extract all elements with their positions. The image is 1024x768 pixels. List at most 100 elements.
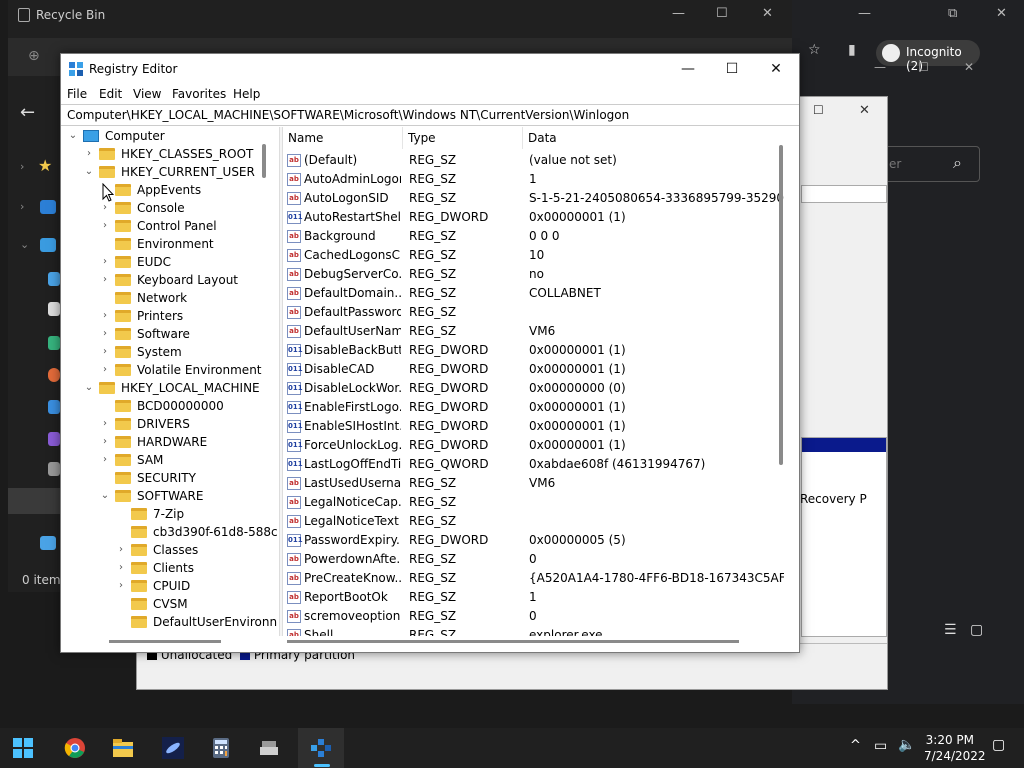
value-row[interactable]: 011 EnableSIHostInt... REG_DWORD 0x00000001…: [283, 417, 791, 436]
value-row[interactable]: 011 AutoRestartShell REG_DWORD 0x00000001 (…: [283, 208, 791, 227]
column-header-type[interactable]: Type: [403, 127, 523, 149]
value-row[interactable]: 011DisableBackButt... REG_DWORD 0x00000001…: [283, 341, 791, 360]
expand-chevron-icon[interactable]: ›: [115, 541, 127, 559]
expand-chevron-icon[interactable]: ›: [83, 145, 95, 163]
value-row[interactable]: ab DefaultPassword REG_SZ: [283, 303, 791, 322]
tree-key[interactable]: › HKEY_CLASSES_ROOT: [87, 145, 253, 163]
chevron-up-icon[interactable]: ^: [850, 738, 861, 753]
expand-chevron-icon[interactable]: ›: [99, 271, 111, 289]
collapse-chevron-icon[interactable]: ⌄: [83, 163, 95, 181]
notification-icon[interactable]: ▢: [992, 737, 1005, 753]
browser-close-icon[interactable]: ✕: [996, 6, 1007, 21]
collapse-chevron-icon[interactable]: ⌄: [67, 127, 79, 145]
tree-hscrollbar[interactable]: [109, 640, 221, 643]
value-row[interactable]: 011 PasswordExpiry... REG_DWORD 0x00000005 …: [283, 531, 791, 550]
tree-key[interactable]: › Console: [103, 199, 185, 217]
tiles-view-icon[interactable]: ▢: [970, 622, 983, 638]
tree-key[interactable]: ⌄ HKEY_LOCAL_MACHINE: [85, 379, 260, 397]
galaxy-app-icon[interactable]: [162, 737, 184, 759]
value-row[interactable]: ab scremoveoption REG_SZ 0: [283, 607, 791, 626]
value-row[interactable]: ab (Default) REG_SZ (value not set): [283, 151, 791, 170]
bookmark-star-icon[interactable]: ☆: [808, 42, 821, 58]
value-row[interactable]: 011 DisableLockWor... REG_DWORD 0x00000000 …: [283, 379, 791, 398]
network-tray-icon[interactable]: ▭: [874, 738, 887, 754]
expand-chevron-icon[interactable]: ›: [99, 361, 111, 379]
value-row[interactable]: ab DebugServerCo... REG_SZ no: [283, 265, 791, 284]
disk-management-icon[interactable]: [258, 737, 280, 759]
value-row[interactable]: ab ReportBootOk REG_SZ 1: [283, 588, 791, 607]
minimize-button[interactable]: —: [665, 54, 711, 84]
values-hscrollbar[interactable]: [287, 640, 739, 643]
tree-key[interactable]: Environment: [115, 235, 214, 253]
tree-key[interactable]: ›AppEvents: [103, 181, 201, 199]
expand-chevron-icon[interactable]: ›: [99, 325, 111, 343]
calculator-icon[interactable]: [210, 737, 232, 759]
collapse-chevron-icon[interactable]: ⌄: [99, 487, 111, 505]
tree-key[interactable]: › Volatile Environment: [103, 361, 262, 379]
tree-key[interactable]: › Clients: [119, 559, 194, 577]
value-row[interactable]: ab LegalNoticeCap... REG_SZ: [283, 493, 791, 512]
tree-scrollbar[interactable]: [262, 144, 266, 178]
tree-key[interactable]: ⌄ SOFTWARE: [101, 487, 204, 505]
expand-chevron-icon[interactable]: ›: [99, 307, 111, 325]
close-button[interactable]: ✕: [753, 54, 799, 84]
expand-chevron-icon[interactable]: ›: [115, 559, 127, 577]
value-row[interactable]: 011LastLogOffEndTi... REG_QWORD 0xabdae608…: [283, 455, 791, 474]
close-icon[interactable]: ✕: [762, 6, 773, 21]
back-arrow-icon[interactable]: ←: [20, 102, 35, 123]
value-row[interactable]: 011 EnableFirstLogo... REG_DWORD 0x00000001…: [283, 398, 791, 417]
new-tab-icon[interactable]: ⊕: [28, 48, 40, 64]
browser-minimize-icon[interactable]: —: [858, 6, 871, 21]
maximize-icon[interactable]: ☐: [716, 6, 728, 21]
column-header-name[interactable]: Name: [283, 127, 403, 149]
expand-chevron-icon[interactable]: ›: [99, 451, 111, 469]
expand-chevron-icon[interactable]: ›: [99, 343, 111, 361]
tree-key[interactable]: › EUDC: [103, 253, 171, 271]
volume-icon[interactable]: 🔈: [898, 737, 915, 753]
tree-root-computer[interactable]: ⌄ Computer: [69, 127, 165, 145]
tree-key[interactable]: › CPUID: [119, 577, 190, 595]
value-row[interactable]: 011 DisableCAD REG_DWORD 0x00000001 (1): [283, 360, 791, 379]
chrome-icon[interactable]: [64, 737, 86, 759]
start-icon[interactable]: [12, 737, 34, 759]
menu-edit[interactable]: Edit: [99, 87, 122, 101]
collapse-chevron-icon[interactable]: ⌄: [83, 379, 95, 397]
value-row[interactable]: ab DefaultUserName REG_SZ VM6: [283, 322, 791, 341]
tree-key[interactable]: cb3d390f-61d8-588c: [131, 523, 278, 541]
values-scrollbar[interactable]: [779, 145, 783, 465]
tree-key[interactable]: › Software: [103, 325, 190, 343]
disk-maximize-icon[interactable]: ☐: [813, 103, 824, 117]
expand-chevron-icon[interactable]: ›: [115, 577, 127, 595]
value-row[interactable]: ab LegalNoticeText REG_SZ: [283, 512, 791, 531]
chevron-down-icon[interactable]: ⌄: [20, 238, 29, 251]
tree-key[interactable]: › HARDWARE: [103, 433, 207, 451]
value-row[interactable]: ab Background REG_SZ 0 0 0: [283, 227, 791, 246]
expand-chevron-icon[interactable]: ›: [99, 433, 111, 451]
minimize-icon[interactable]: —: [672, 6, 685, 21]
expand-chevron-icon[interactable]: ›: [99, 217, 111, 235]
tree-key[interactable]: 7-Zip: [131, 505, 184, 523]
value-row[interactable]: 011 ForceUnlockLog... REG_DWORD 0x00000001 …: [283, 436, 791, 455]
regedit-taskbar-icon[interactable]: [310, 737, 332, 759]
disk-close-icon[interactable]: ✕: [859, 103, 870, 118]
search-icon[interactable]: ⌕: [953, 153, 962, 173]
value-row[interactable]: ab CachedLogonsC... REG_SZ 10: [283, 246, 791, 265]
tree-key[interactable]: › Printers: [103, 307, 183, 325]
value-row[interactable]: ab PreCreateKnow... REG_SZ {A520A1A4-1780-4…: [283, 569, 791, 588]
sidepanel-icon[interactable]: ▮: [848, 42, 856, 58]
tree-key[interactable]: › DRIVERS: [103, 415, 190, 433]
expand-chevron-icon[interactable]: ›: [99, 415, 111, 433]
value-row[interactable]: ab AutoAdminLogon REG_SZ 1: [283, 170, 791, 189]
tree-key[interactable]: ⌄ HKEY_CURRENT_USER: [85, 163, 255, 181]
tree-key[interactable]: › System: [103, 343, 182, 361]
value-row[interactable]: ab PowerdownAfte... REG_SZ 0: [283, 550, 791, 569]
browser-restore-icon[interactable]: ⧉: [948, 6, 957, 21]
tree-key[interactable]: CVSM: [131, 595, 188, 613]
tree-key[interactable]: › Classes: [119, 541, 198, 559]
menu-file[interactable]: File: [67, 87, 87, 101]
menu-view[interactable]: View: [133, 87, 161, 101]
tree-key[interactable]: BCD00000000: [115, 397, 224, 415]
file-explorer-icon[interactable]: [112, 737, 134, 759]
tree-key[interactable]: › Keyboard Layout: [103, 271, 238, 289]
tree-key[interactable]: Network: [115, 289, 187, 307]
